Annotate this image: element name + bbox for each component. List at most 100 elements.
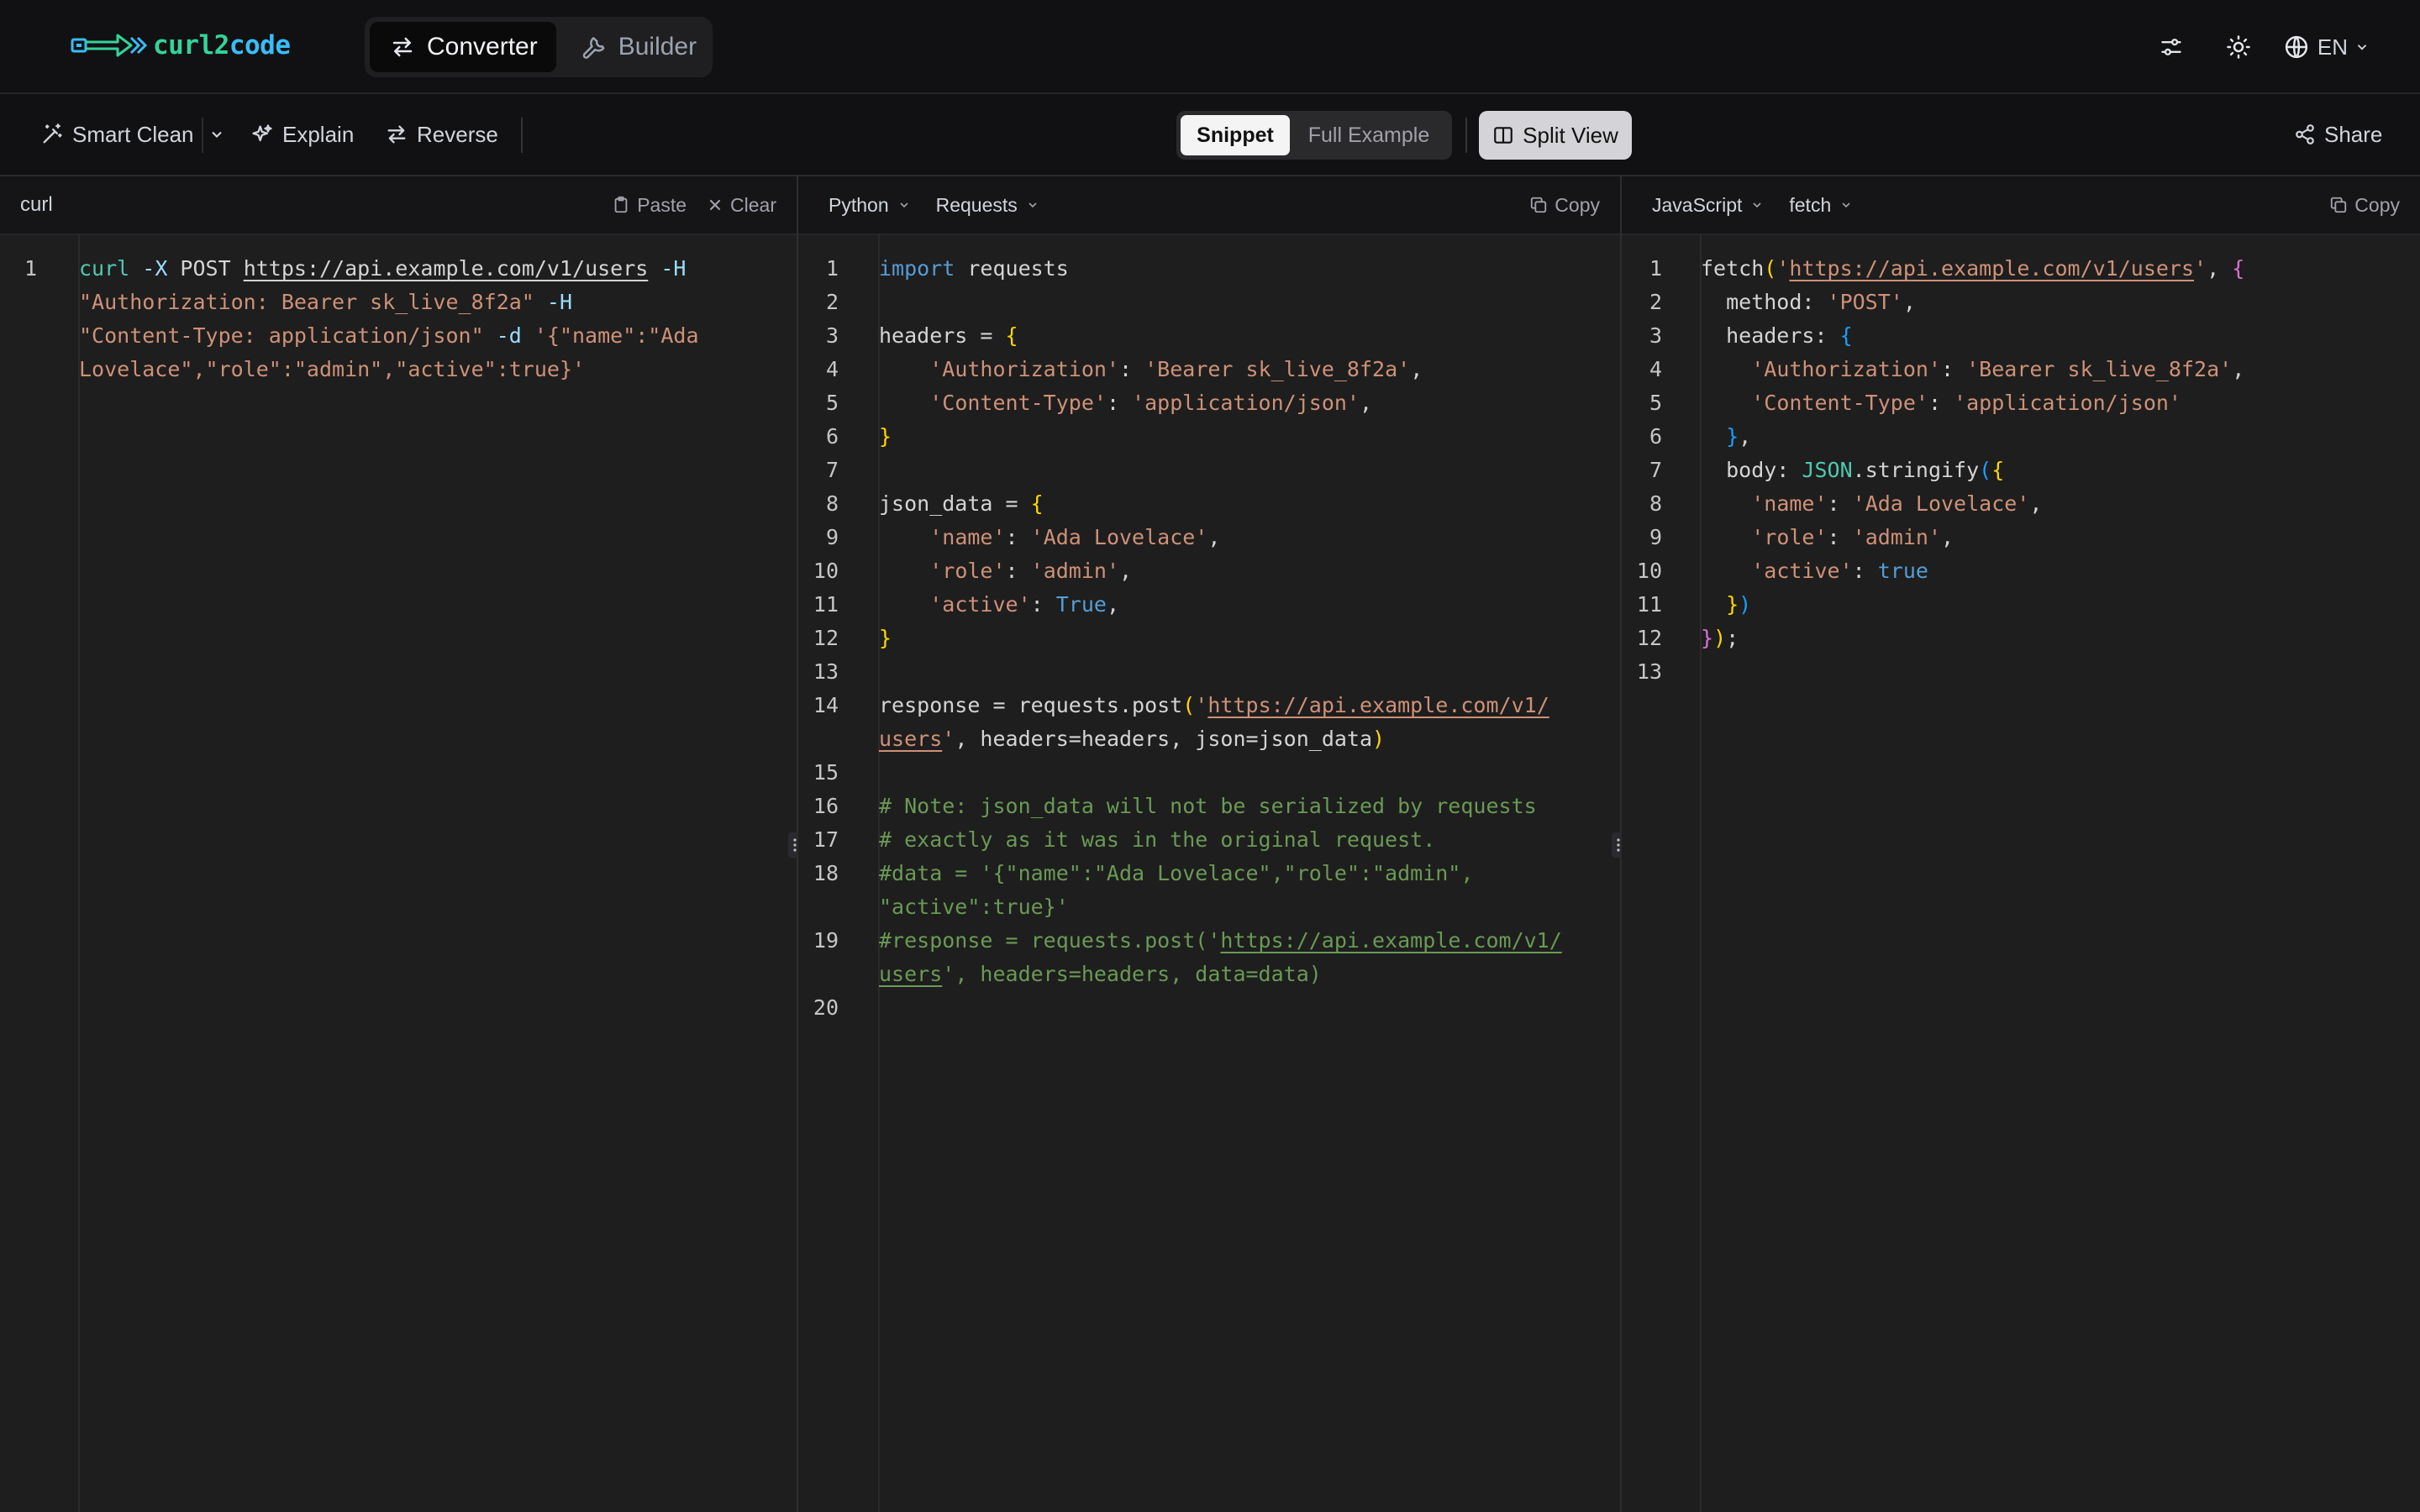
token: true [1877, 559, 1928, 583]
token: 'name' [1751, 491, 1828, 516]
url-link[interactable]: users [879, 962, 942, 986]
code-line: method: 'POST', [1701, 290, 1916, 314]
line-number: 2 [1649, 290, 1662, 314]
tab-converter[interactable]: Converter [370, 22, 556, 72]
url-link[interactable]: https://api.example.com/v1/ [1220, 928, 1561, 953]
snippet-label: Snippet [1197, 123, 1274, 147]
token: POST [167, 256, 244, 281]
copy-button[interactable]: Copy [1529, 194, 1600, 217]
clear-label: Clear [730, 193, 776, 216]
line-number: 3 [1649, 323, 1662, 348]
full-example-label: Full Example [1307, 123, 1430, 147]
copy-icon [2331, 197, 2347, 213]
token: "Content-Type: application/json" [79, 323, 484, 348]
toolbar: Smart Clean Explain Reverse Snippet Full… [0, 94, 2420, 176]
smart-clean-button[interactable]: Smart Clean [40, 94, 194, 175]
copy-button[interactable]: Copy [2329, 194, 2400, 217]
line-number: 20 [813, 995, 839, 1020]
code-line: headers = { [879, 323, 1018, 348]
token: ) [1713, 626, 1727, 650]
token: 'Ada Lovelace' [1852, 491, 2030, 516]
code-line: import requests [879, 256, 1069, 281]
explain-label: Explain [282, 121, 355, 147]
token: JSON [1802, 458, 1853, 482]
line-number: 5 [1649, 391, 1662, 415]
full-example-option[interactable]: Full Example [1290, 115, 1448, 155]
line-number: 9 [825, 525, 839, 549]
language-selector[interactable]: EN [2284, 34, 2370, 60]
curl-editor[interactable]: 1 curl -X POST https://api.example.com/v… [0, 235, 797, 1512]
theme-toggle-button[interactable] [2217, 25, 2260, 69]
paste-button[interactable]: Paste [612, 194, 687, 217]
token: : [1030, 592, 1056, 617]
javascript-output-pane: JavaScript fetch Copy 1 2 3 4 5 6 7 8 9 … [1622, 176, 2420, 1512]
token: 'active' [929, 592, 1031, 617]
token: { [1030, 491, 1044, 516]
magic-wand-icon [43, 123, 62, 144]
divider [1465, 118, 1467, 153]
explain-button[interactable]: Explain [250, 94, 354, 175]
tab-builder[interactable]: Builder [561, 22, 715, 72]
token: : [1941, 357, 1967, 381]
settings-button[interactable] [2149, 25, 2193, 69]
code-line: Lovelace","role":"admin","active":true}' [79, 357, 585, 381]
code-line: curl -X POST https://api.example.com/v1/… [79, 256, 686, 281]
token: headers = [879, 323, 1006, 348]
language-dropdown[interactable]: Python [829, 194, 911, 217]
line-number: 15 [813, 760, 839, 785]
close-icon [709, 199, 721, 211]
line-number: 7 [1649, 458, 1662, 482]
token: requests [955, 256, 1069, 281]
url-link[interactable]: https://api.example.com/v1/users [1789, 256, 2194, 281]
clear-button[interactable]: Clear [707, 194, 776, 217]
reverse-button[interactable]: Reverse [385, 94, 498, 175]
top-actions: EN [2126, 25, 2370, 69]
token: , [1410, 357, 1423, 381]
snippet-option[interactable]: Snippet [1181, 115, 1290, 155]
split-view-button[interactable]: Split View [1479, 111, 1632, 160]
language-dropdown[interactable]: JavaScript [1652, 194, 1764, 217]
javascript-pane-header: JavaScript fetch Copy [1622, 176, 2420, 235]
arrows-swap-icon [392, 37, 413, 57]
line-number: 11 [813, 592, 839, 617]
token: 'role' [1751, 525, 1828, 549]
paste-label: Paste [637, 193, 687, 216]
code-line: users', headers=headers, json=json_data) [879, 727, 1385, 751]
token: { [1991, 458, 2005, 482]
curl-input-pane: curl Paste Clear 1 curl -X POST https://… [0, 176, 797, 1512]
token: ' [2194, 256, 2207, 281]
line-number: 14 [813, 693, 839, 717]
smart-clean-options-button[interactable] [208, 94, 234, 175]
library-dropdown[interactable]: fetch [1789, 194, 1853, 217]
token: : [1827, 525, 1853, 549]
url-link[interactable]: https://api.example.com/v1/users [244, 256, 649, 281]
token: import [879, 256, 955, 281]
token: 'POST' [1827, 290, 1903, 314]
url-link[interactable]: users [879, 727, 942, 751]
code-line: 'Authorization': 'Bearer sk_live_8f2a', [879, 357, 1423, 381]
app-name: curl2code [153, 30, 291, 60]
split-view-label: Split View [1523, 122, 1618, 148]
line-number: 1 [825, 256, 839, 281]
line-number: 9 [1649, 525, 1662, 549]
line-number: 19 [813, 928, 839, 953]
copy-label: Copy [2354, 193, 2400, 216]
code-line: "active":true}' [879, 895, 1069, 919]
javascript-editor[interactable]: 1 2 3 4 5 6 7 8 9 10 11 12 13 fetch('htt… [1622, 235, 2420, 1512]
url-link[interactable]: https://api.example.com/v1/ [1207, 693, 1549, 717]
library-dropdown[interactable]: Requests [936, 194, 1039, 217]
library-dropdown-label: fetch [1789, 193, 1832, 216]
app-logo[interactable]: curl2code [71, 29, 291, 62]
line-number: 2 [825, 290, 839, 314]
token: { [2232, 256, 2245, 281]
python-output-pane: Python Requests Copy 1 2 3 4 5 6 7 8 9 1… [798, 176, 1620, 1512]
code-line: }) [1701, 592, 1751, 617]
token: 'admin' [1852, 525, 1941, 549]
python-editor[interactable]: 1 2 3 4 5 6 7 8 9 10 11 12 13 14 15 16 1… [798, 235, 1620, 1512]
token: -H [534, 290, 573, 314]
share-button[interactable]: Share [2294, 94, 2382, 175]
